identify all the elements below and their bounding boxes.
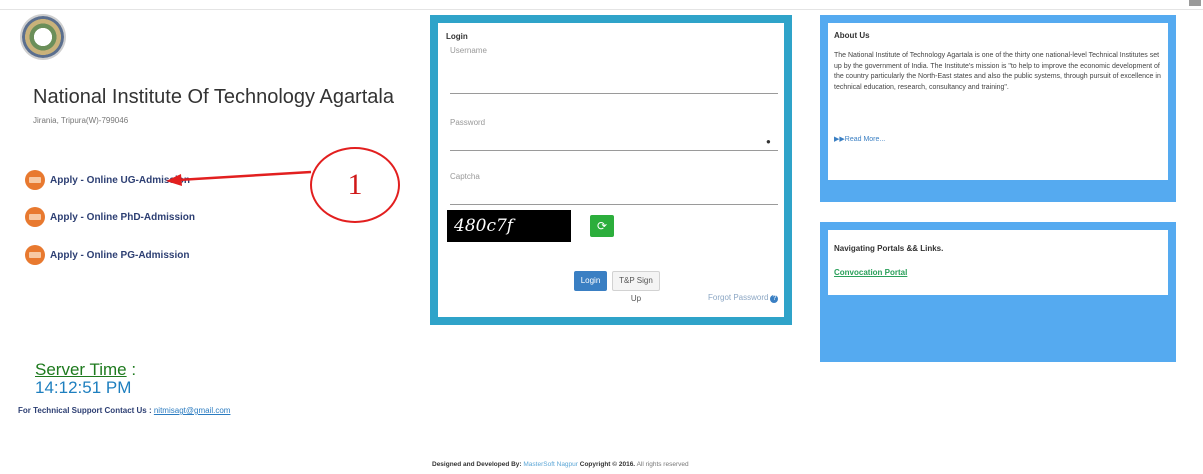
- about-panel: About Us The National Institute of Techn…: [820, 15, 1176, 202]
- support-email-link[interactable]: nitmisagt@gmail.com: [154, 406, 231, 415]
- login-title: Login: [446, 32, 468, 41]
- password-label: Password: [450, 118, 486, 127]
- captcha-image: 480c7f: [447, 210, 571, 242]
- captcha-field[interactable]: [450, 204, 778, 205]
- username-label: Username: [450, 46, 487, 55]
- footer-company-link[interactable]: MasterSoft Nagpur: [523, 461, 578, 468]
- password-field[interactable]: [450, 150, 778, 151]
- about-title: About Us: [834, 31, 870, 40]
- read-more-link[interactable]: ▶▶Read More...: [834, 135, 885, 143]
- forgot-password-link[interactable]: Forgot Password?: [708, 293, 779, 303]
- server-time-label: Server Time :: [35, 360, 137, 379]
- footer-copyright: Copyright © 2016.: [577, 461, 636, 468]
- read-more-icon: ▶▶: [834, 136, 845, 143]
- navigating-box: Navigating Portals && Links. Convocation…: [828, 230, 1168, 295]
- read-more-label: Read More...: [844, 136, 886, 143]
- captcha-label: Captcha: [450, 172, 480, 181]
- tp-signup-button[interactable]: T&P Sign Up: [612, 271, 660, 303]
- question-icon: ?: [770, 295, 779, 303]
- convocation-portal-link[interactable]: Convocation Portal: [834, 268, 907, 277]
- support-contact: For Technical Support Contact Us : nitmi…: [18, 406, 230, 415]
- login-form: Login Username Password ● Captcha 480c7f…: [438, 23, 784, 317]
- refresh-icon: ⟳: [596, 219, 608, 233]
- login-button[interactable]: Login: [574, 271, 607, 291]
- about-box: About Us The National Institute of Techn…: [828, 23, 1168, 180]
- footer-rights: All rights reserved: [635, 461, 689, 468]
- support-label: For Technical Support Contact Us :: [18, 406, 154, 415]
- footer: Designed and Developed By: MasterSoft Na…: [432, 461, 689, 468]
- refresh-captcha-button[interactable]: ⟳: [590, 215, 614, 237]
- annotation-number: 1: [347, 168, 363, 201]
- show-password-eye-icon[interactable]: ●: [766, 137, 771, 146]
- navigating-title: Navigating Portals && Links.: [834, 244, 944, 253]
- forgot-password-label: Forgot Password: [708, 293, 769, 302]
- about-text: The National Institute of Technology Aga…: [834, 52, 1161, 91]
- footer-designed-by: Designed and Developed By:: [432, 461, 524, 468]
- server-time-value: 14:12:51 PM: [35, 378, 132, 397]
- login-panel: Login Username Password ● Captcha 480c7f…: [430, 15, 792, 325]
- username-field[interactable]: [450, 93, 778, 94]
- navigating-panel: Navigating Portals && Links. Convocation…: [820, 222, 1176, 362]
